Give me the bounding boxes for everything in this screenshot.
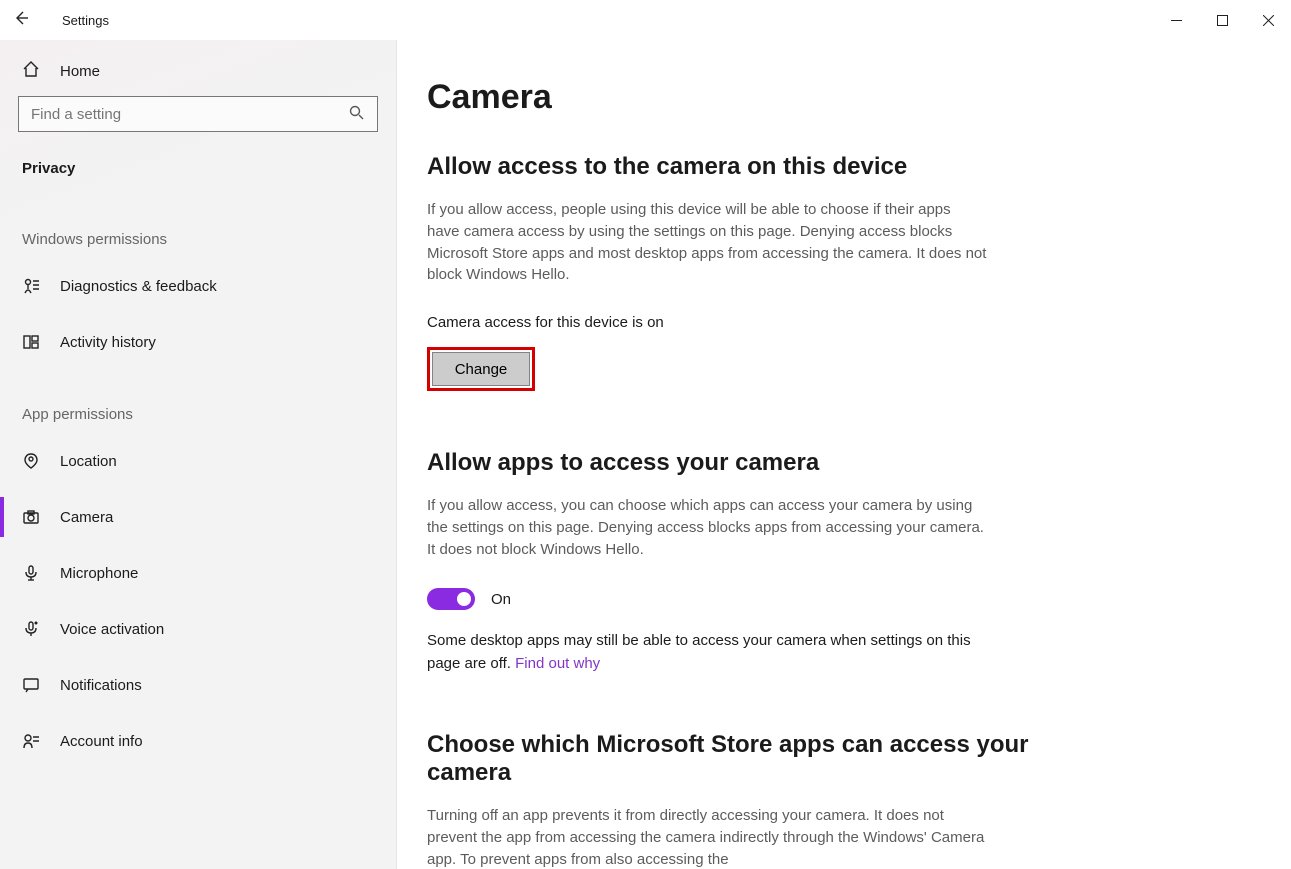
sidebar-item-label: Microphone [60,565,138,582]
section2-note: Some desktop apps may still be able to a… [427,630,987,675]
window-controls [1153,0,1291,40]
sidebar: Home Privacy Windows permissions Diagnos… [0,40,397,869]
section2-heading: Allow apps to access your camera [427,449,1097,477]
sidebar-item-label: Diagnostics & feedback [60,278,217,295]
section1-body: If you allow access, people using this d… [427,199,987,286]
home-icon [22,60,44,82]
sidebar-item-diagnostics[interactable]: Diagnostics & feedback [0,258,396,314]
search-input[interactable] [18,96,378,132]
location-icon [22,452,44,470]
sidebar-item-camera[interactable]: Camera [0,489,396,545]
minimize-button[interactable] [1153,0,1199,40]
home-nav[interactable]: Home [0,40,396,96]
diagnostics-icon [22,277,44,295]
main-content: Camera Allow access to the camera on thi… [397,40,1157,869]
camera-icon [22,508,44,526]
maximize-button[interactable] [1199,0,1245,40]
sidebar-item-microphone[interactable]: Microphone [0,545,396,601]
section1-heading: Allow access to the camera on this devic… [427,153,1097,181]
sidebar-item-label: Notifications [60,677,142,694]
category-label: Privacy [0,146,396,195]
section-windows-permissions: Windows permissions [0,195,396,258]
back-button[interactable] [12,9,46,31]
sidebar-item-label: Voice activation [60,621,164,638]
sidebar-item-label: Activity history [60,334,156,351]
sidebar-item-account[interactable]: Account info [0,713,396,769]
camera-access-status: Camera access for this device is on [427,314,1097,331]
change-highlight: Change [427,347,535,391]
section-app-permissions: App permissions [0,370,396,433]
account-icon [22,732,44,750]
window-title: Settings [46,13,109,28]
microphone-icon [22,564,44,582]
sidebar-item-activity[interactable]: Activity history [0,314,396,370]
apps-access-toggle[interactable] [427,588,475,610]
notifications-icon [22,676,44,694]
sidebar-item-label: Camera [60,509,113,526]
page-title: Camera [427,78,1097,117]
activity-icon [22,333,44,351]
change-button[interactable]: Change [432,352,530,386]
sidebar-item-location[interactable]: Location [0,433,396,489]
section3-heading: Choose which Microsoft Store apps can ac… [427,731,1097,787]
sidebar-item-label: Location [60,453,117,470]
section2-body: If you allow access, you can choose whic… [427,495,987,560]
sidebar-item-notifications[interactable]: Notifications [0,657,396,713]
section3-body: Turning off an app prevents it from dire… [427,805,987,869]
close-button[interactable] [1245,0,1291,40]
toggle-label: On [491,591,511,608]
titlebar: Settings [0,0,1291,40]
sidebar-item-voice[interactable]: Voice activation [0,601,396,657]
voice-icon [22,620,44,638]
note-text: Some desktop apps may still be able to a… [427,632,971,672]
sidebar-item-label: Account info [60,733,143,750]
find-out-why-link[interactable]: Find out why [515,655,600,672]
home-label: Home [60,63,100,80]
